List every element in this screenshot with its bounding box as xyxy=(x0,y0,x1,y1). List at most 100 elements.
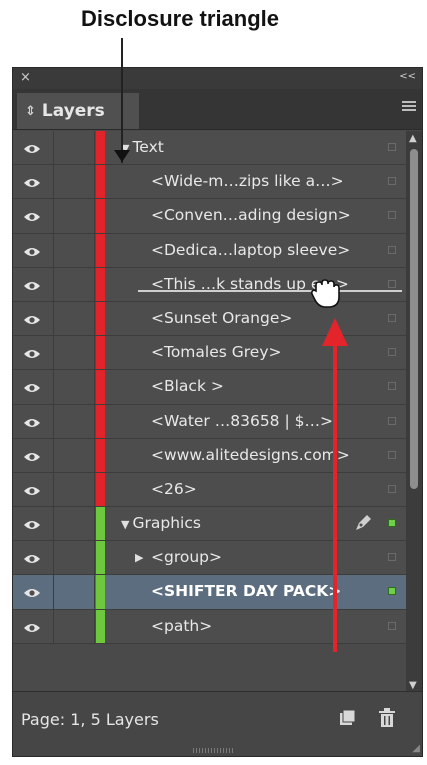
selection-indicator[interactable] xyxy=(388,587,396,596)
close-icon[interactable]: × xyxy=(20,70,31,85)
row-label-text: <26> xyxy=(151,479,197,498)
eye-icon[interactable] xyxy=(23,244,41,256)
layer-color-swatch xyxy=(96,507,105,541)
object-row[interactable]: <Black > xyxy=(13,370,408,405)
selection-indicator[interactable] xyxy=(388,519,396,528)
row-label: <Sunset Orange> xyxy=(151,309,292,327)
lock-toggle[interactable] xyxy=(53,267,95,301)
eye-icon[interactable] xyxy=(23,175,41,188)
row-label-text: Graphics xyxy=(132,514,201,533)
row-label-text: <SHIFTER DAY PACK> xyxy=(151,582,342,601)
layer-color-swatch xyxy=(96,472,105,507)
object-row[interactable]: <26> xyxy=(13,472,408,508)
scroll-down-icon[interactable]: ▼ xyxy=(409,680,417,691)
eye-icon[interactable] xyxy=(23,141,41,153)
object-row[interactable]: <Water …83658 | $…> xyxy=(13,404,408,439)
eye-icon[interactable] xyxy=(23,620,41,632)
lock-toggle[interactable] xyxy=(53,131,95,165)
lock-toggle[interactable] xyxy=(53,609,95,643)
object-row[interactable]: <Wide-m…zips like a…> xyxy=(13,165,408,200)
eye-icon[interactable] xyxy=(23,585,41,598)
eye-icon[interactable] xyxy=(23,209,41,222)
selection-indicator[interactable] xyxy=(388,450,396,459)
selection-indicator[interactable] xyxy=(388,279,396,288)
eye-icon[interactable] xyxy=(23,483,41,495)
selection-indicator[interactable] xyxy=(388,382,396,391)
lock-toggle[interactable] xyxy=(53,541,95,575)
eye-icon[interactable] xyxy=(23,415,41,427)
eye-icon[interactable] xyxy=(23,517,41,530)
selection-indicator[interactable] xyxy=(388,621,396,630)
updown-icon: ⇕ xyxy=(25,103,36,119)
lock-toggle[interactable] xyxy=(53,336,95,370)
selection-indicator[interactable] xyxy=(388,484,396,493)
lock-toggle[interactable] xyxy=(53,472,95,507)
lock-toggle[interactable] xyxy=(53,438,95,472)
row-label: <Wide-m…zips like a…> xyxy=(151,172,344,190)
layer-color-swatch xyxy=(96,438,105,472)
lock-toggle[interactable] xyxy=(53,233,95,267)
object-row[interactable]: <Tomales Grey> xyxy=(13,336,408,371)
collapse-icon[interactable]: << xyxy=(399,71,416,82)
object-row[interactable]: <path> xyxy=(13,609,408,644)
row-label: <SHIFTER DAY PACK> xyxy=(151,582,341,600)
row-label: <Dedica…laptop sleeve> xyxy=(151,241,350,259)
selection-indicator[interactable] xyxy=(388,348,396,357)
selection-indicator[interactable] xyxy=(388,211,396,220)
object-row[interactable]: ▶ <group> xyxy=(13,541,408,576)
lock-toggle[interactable] xyxy=(53,165,95,199)
eye-icon[interactable] xyxy=(23,449,41,461)
panel-titlebar: × << xyxy=(13,68,422,89)
selection-indicator[interactable] xyxy=(388,416,396,425)
row-label: <Conven…ading design> xyxy=(151,206,351,224)
drop-indicator xyxy=(138,290,402,292)
resize-corner-icon[interactable]: ◢ xyxy=(412,743,420,754)
eye-icon[interactable] xyxy=(23,551,41,564)
scroll-thumb[interactable] xyxy=(410,149,418,489)
row-label-text: <group> xyxy=(151,548,222,567)
object-row[interactable]: <This …k stands up e…> xyxy=(13,267,408,302)
new-layer-icon[interactable] xyxy=(339,709,356,730)
lock-toggle[interactable] xyxy=(53,301,95,336)
eye-icon[interactable] xyxy=(23,380,41,393)
object-row[interactable]: <Conven…ading design> xyxy=(13,199,408,234)
selection-indicator[interactable] xyxy=(388,143,396,151)
lock-toggle[interactable] xyxy=(53,370,95,404)
callout-arrowhead xyxy=(114,150,130,162)
row-label: <Tomales Grey> xyxy=(151,343,282,361)
layer-color-swatch xyxy=(96,370,105,404)
row-label-text: <Black > xyxy=(151,377,224,396)
object-row[interactable]: <Dedica…laptop sleeve> xyxy=(13,233,408,268)
disclosure-triangle-icon[interactable]: ▶ xyxy=(135,551,143,564)
scroll-up-icon[interactable]: ▲ xyxy=(409,133,417,144)
resize-grip[interactable] xyxy=(193,748,233,753)
object-row[interactable]: <SHIFTER DAY PACK> xyxy=(13,575,408,610)
layer-row[interactable]: ▼ Text xyxy=(13,131,408,166)
row-label: ▼ Graphics xyxy=(121,514,201,532)
selection-indicator[interactable] xyxy=(388,313,396,322)
lock-toggle[interactable] xyxy=(53,404,95,438)
lock-toggle[interactable] xyxy=(53,199,95,233)
layer-color-swatch xyxy=(96,575,105,609)
eye-icon[interactable] xyxy=(23,278,41,290)
layer-color-swatch xyxy=(96,541,105,575)
callout: Disclosure triangle xyxy=(0,0,427,163)
trash-icon[interactable] xyxy=(378,708,396,732)
eye-icon[interactable] xyxy=(23,346,41,359)
grab-hand-icon xyxy=(308,275,344,315)
layer-color-swatch xyxy=(96,336,105,370)
object-row[interactable]: <www.alitedesigns.com> xyxy=(13,438,408,473)
layer-row[interactable]: ▼ Graphics xyxy=(13,507,408,542)
selection-indicator[interactable] xyxy=(388,177,396,186)
selection-indicator[interactable] xyxy=(388,245,396,254)
lock-toggle[interactable] xyxy=(53,507,95,541)
panel-menu-icon[interactable] xyxy=(402,101,416,113)
layer-color-swatch xyxy=(96,301,105,336)
object-row[interactable]: <Sunset Orange> xyxy=(13,301,408,337)
selection-indicator[interactable] xyxy=(388,553,396,562)
scrollbar[interactable]: ▲ ▼ xyxy=(406,131,422,693)
lock-toggle[interactable] xyxy=(53,575,95,609)
eye-icon[interactable] xyxy=(23,312,41,324)
row-label: <path> xyxy=(151,617,212,635)
disclosure-triangle-icon[interactable]: ▼ xyxy=(121,518,129,531)
